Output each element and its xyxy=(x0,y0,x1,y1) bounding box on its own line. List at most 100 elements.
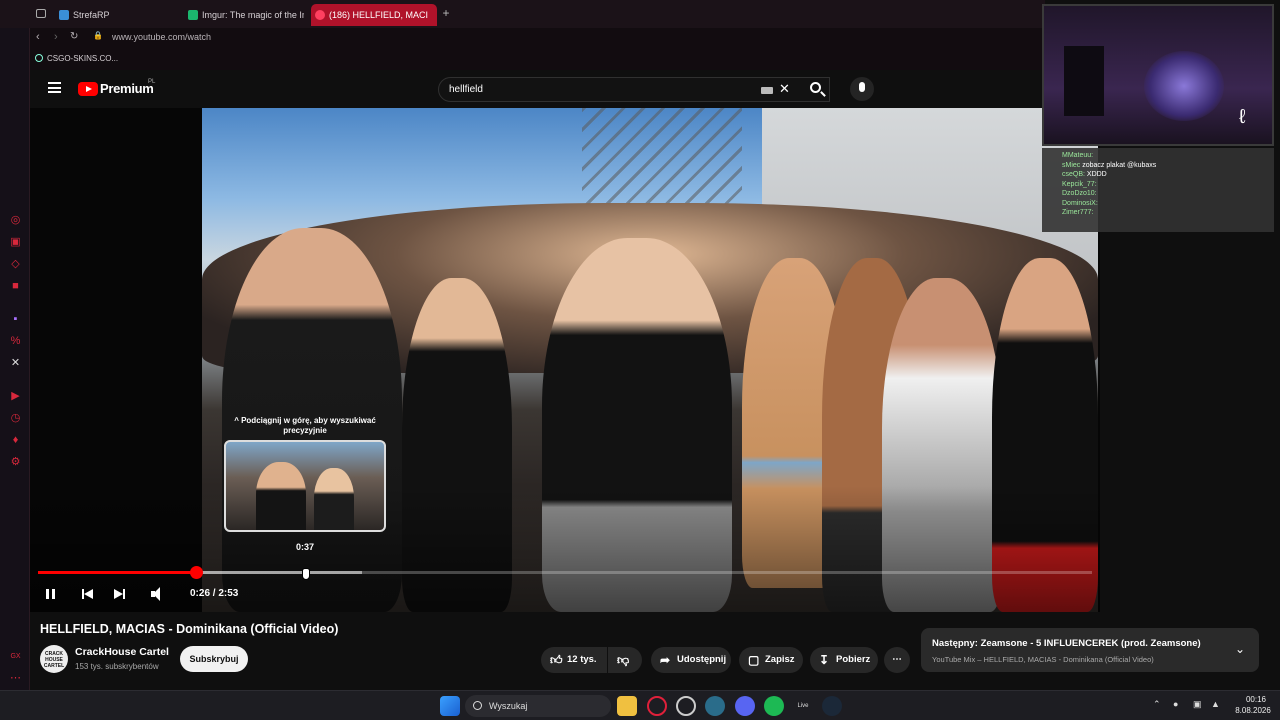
new-tab-plus-icon[interactable]: + xyxy=(440,6,452,22)
previous-button[interactable] xyxy=(78,584,98,604)
tab-strefarp[interactable]: StrefaRP xyxy=(55,4,180,26)
search-icon xyxy=(473,701,482,710)
m-app-icon[interactable]: ■ xyxy=(9,280,22,293)
lock-icon: 🔒 xyxy=(93,31,103,40)
signature-mark: ℓ xyxy=(1239,106,1246,128)
share-button[interactable]: ➦ Udostępnij xyxy=(651,647,731,673)
keyboard-icon[interactable] xyxy=(761,87,773,94)
thumbs-down-icon: 👎︎ xyxy=(617,653,630,667)
next-icon xyxy=(114,589,123,599)
player-icon[interactable]: ▶ xyxy=(9,390,22,403)
premium-brand: Premium xyxy=(100,81,154,96)
chat-username: cseQB: xyxy=(1062,171,1085,178)
streamer-webcam: ℓ xyxy=(1042,4,1274,146)
history-icon[interactable]: ◷ xyxy=(9,412,22,425)
app-circle-icon[interactable] xyxy=(676,696,696,716)
tray-chevron-icon[interactable]: ⌃ xyxy=(1153,699,1161,710)
like-button[interactable]: 👍︎ 12 tys. xyxy=(541,647,607,673)
subscribe-button[interactable]: Subskrybuj xyxy=(180,646,248,672)
steam-icon[interactable] xyxy=(822,696,842,716)
search-input[interactable]: hellfield ✕ xyxy=(438,77,830,102)
taskbar-search[interactable]: Wyszukaj xyxy=(465,695,611,717)
youtube-header: Premium PL hellfield ✕ xyxy=(30,70,1100,108)
dislike-button[interactable]: 👎︎ xyxy=(608,647,642,673)
volume-button[interactable] xyxy=(148,584,168,604)
more-actions-button[interactable]: ⋯ xyxy=(884,647,910,673)
reload-icon[interactable]: ↻ xyxy=(70,31,78,42)
chat-message: DzoDzo10: xyxy=(1062,189,1274,199)
settings-gear-icon[interactable]: ⚙ xyxy=(9,456,22,469)
next-button[interactable] xyxy=(110,584,130,604)
chat-text: zobacz plakat @kubaxs xyxy=(1080,161,1157,169)
tab-bar: StrefaRP Imgur: The magic of the Int (18… xyxy=(0,0,1045,28)
back-icon[interactable]: ‹ xyxy=(36,31,40,43)
chat-username: Zimer777: xyxy=(1062,209,1094,216)
mic-tray-icon[interactable]: ● xyxy=(1173,699,1178,709)
chat-message: cseQB: XDDD xyxy=(1062,170,1274,180)
tab-imgur[interactable]: Imgur: The magic of the Int xyxy=(184,4,304,26)
voice-search-button[interactable] xyxy=(850,77,874,101)
seek-precision-tip: ^ Podciągnij w górę, aby wyszukiwać prec… xyxy=(234,416,376,435)
bookmark-csgo-skins[interactable]: CSGO-SKINS.CO... xyxy=(47,54,118,63)
channel-name[interactable]: CrackHouse Cartel xyxy=(75,646,169,658)
file-explorer-icon[interactable] xyxy=(617,696,637,716)
clear-search-icon[interactable]: ✕ xyxy=(779,81,790,97)
chat-message: MMateuu: xyxy=(1062,151,1274,161)
clock-time[interactable]: 00:16 xyxy=(1236,695,1276,704)
forward-icon[interactable]: › xyxy=(54,31,58,43)
network-icon[interactable]: ▣ xyxy=(1193,699,1202,710)
opera-gx-icon[interactable] xyxy=(647,696,667,716)
workspace-icon[interactable] xyxy=(36,9,46,18)
windows-start-icon[interactable] xyxy=(440,696,460,716)
menu-hamburger-icon[interactable] xyxy=(48,82,61,93)
up-next-card[interactable]: Następny: Zeamsone - 5 INFLUENCEREK (pro… xyxy=(921,628,1259,672)
download-icon: ↧ xyxy=(819,653,830,667)
stream-chat: MMateuu: sMiec zobacz plakat @kubaxs cseQB… xyxy=(1042,148,1274,232)
strefarp-favicon-icon xyxy=(59,10,69,20)
seek-preview-thumbnail xyxy=(224,440,386,532)
x-icon[interactable]: ✕ xyxy=(9,357,22,370)
search-icon xyxy=(810,82,821,93)
bag-icon[interactable]: ▣ xyxy=(9,236,22,249)
chat-username: DominosiX: xyxy=(1062,199,1098,207)
thumbs-up-icon: 👍︎ xyxy=(550,653,563,667)
browser-sidebar: ◎ ▣ ◇ ■ ▪ % ✕ ▶ ◷ ♦ ⚙ GX ⋯ xyxy=(0,0,30,690)
percent-icon[interactable]: % xyxy=(9,335,22,348)
speaker-tray-icon[interactable]: ▲ xyxy=(1211,699,1220,709)
pause-button[interactable] xyxy=(41,584,61,604)
region-code: PL xyxy=(148,79,156,85)
progress-played xyxy=(38,571,197,574)
windows-taskbar: Wyszukaj Live ⌃ ● ▣ ▲ 00:16 8.08.2026 xyxy=(0,690,1280,720)
controls-gradient xyxy=(30,108,1100,612)
speed-dial-icon[interactable]: ◎ xyxy=(9,214,22,227)
more-icon[interactable]: ⋯ xyxy=(9,672,22,685)
spotify-icon[interactable] xyxy=(764,696,784,716)
channel-avatar[interactable]: CRACK HOUSE CARTEL xyxy=(40,645,68,673)
mic-icon xyxy=(859,82,865,92)
progress-scrubber[interactable] xyxy=(190,566,204,579)
twitch-icon[interactable]: ▪ xyxy=(9,313,22,326)
url-field[interactable]: www.youtube.com/watch xyxy=(112,32,211,42)
up-next-title: Następny: Zeamsone - 5 INFLUENCEREK (pro… xyxy=(932,638,1201,649)
obs-icon[interactable] xyxy=(705,696,725,716)
mouse-cursor-icon xyxy=(302,568,310,580)
messenger-icon[interactable]: ◇ xyxy=(9,258,22,271)
seek-preview-time: 0:37 xyxy=(295,542,314,552)
bookmark-icon: ▢ xyxy=(748,653,760,667)
save-button[interactable]: ▢ Zapisz xyxy=(739,647,803,673)
chevron-down-icon[interactable]: ⌄ xyxy=(1235,642,1245,656)
search-button[interactable] xyxy=(800,77,836,102)
chat-message: sMiec zobacz plakat @kubaxs xyxy=(1062,161,1274,171)
download-button[interactable]: ↧ Pobierz xyxy=(810,647,878,673)
tab-youtube[interactable]: (186) HELLFIELD, MACI xyxy=(311,4,437,26)
live-app-icon[interactable]: Live xyxy=(793,696,813,716)
discord-icon[interactable] xyxy=(735,696,755,716)
clock-date[interactable]: 8.08.2026 xyxy=(1230,706,1276,715)
search-value: hellfield xyxy=(449,84,483,95)
video-player[interactable]: ^ Podciągnij w górę, aby wyszukiwać prec… xyxy=(30,108,1100,612)
share-icon: ➦ xyxy=(660,653,671,667)
youtube-logo-icon[interactable] xyxy=(78,82,98,96)
chat-text: XDDD xyxy=(1084,171,1107,178)
speaker-icon xyxy=(315,10,325,20)
extensions-icon[interactable]: ♦ xyxy=(9,434,22,447)
